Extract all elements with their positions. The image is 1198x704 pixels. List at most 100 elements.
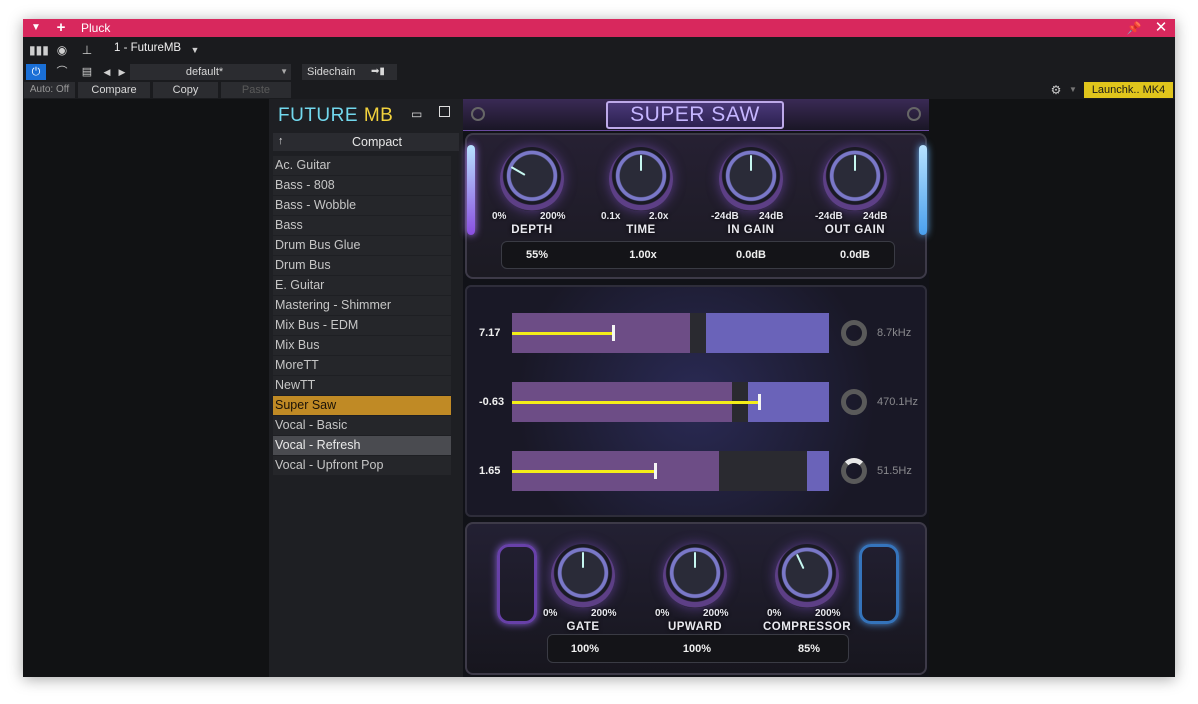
browser-header[interactable]: ↑ Compact [273,133,459,151]
knob-max-label: 200% [591,608,617,619]
preset-item[interactable]: Super Saw [273,396,451,415]
knob-out-gain[interactable] [823,147,887,211]
knob-gate[interactable] [551,544,615,608]
knob-max-label: 200% [815,608,841,619]
knob-pointer [510,166,526,176]
knob-upward[interactable] [663,544,727,608]
band-value: 7.17 [479,327,501,339]
knob-min-label: 0.1x [601,211,621,222]
knob-name: DEPTH [511,224,553,236]
tree-icon[interactable]: ⊥ [79,42,95,58]
top-knob-section: 0% 200% DEPTH 0.1x 2.0x TIME -24dB 24dB IN GAIN -… [465,133,927,279]
knob-max-label: 200% [703,608,729,619]
knob-value[interactable]: 100% [657,643,737,655]
knob-pointer [694,552,696,568]
compare-button[interactable]: Compare [78,82,150,98]
knob-min-label: 0% [492,211,507,222]
frequency-knob[interactable] [841,458,867,484]
band-section: 7.17 8.7kHz -0.63 470.1Hz 1.65 51.5Hz [465,285,927,517]
gear-icon[interactable]: ⚙ [1049,82,1063,98]
knob-min-label: 0% [655,608,670,619]
plus-icon[interactable]: + [54,19,68,37]
knob-value[interactable]: 1.00x [603,249,683,261]
preset-item[interactable]: Mastering - Shimmer [273,296,451,315]
band-level-handle[interactable] [612,325,615,341]
knob-in-gain[interactable] [719,147,783,211]
browser-mode: Compact [351,135,403,149]
close-icon[interactable]: ✕ [1153,19,1169,37]
knob-min-label: -24dB [815,211,843,222]
preset-item[interactable]: MoreTT [273,356,451,375]
pin-icon[interactable]: 📌 [1126,19,1142,37]
knob-min-label: 0% [543,608,558,619]
knob-compressor[interactable] [775,544,839,608]
up-arrow-icon[interactable]: ↑ [278,135,284,147]
power-icon[interactable]: ⏻ [26,64,46,80]
neon-tube [467,145,475,235]
host-toolbar-compare: Auto: Off Compare Copy Paste ⚙ ▼ Launchk… [23,81,1175,99]
preset-item[interactable]: NewTT [273,376,451,395]
knob-pointer [582,552,584,568]
chevron-down-icon[interactable]: ▼ [1067,82,1079,98]
chevron-down-icon[interactable]: ▼ [189,42,201,58]
knob-time[interactable] [609,147,673,211]
preset-item[interactable]: E. Guitar [273,276,451,295]
bars-icon[interactable]: ▮▮▮ [29,42,49,58]
preset-selector[interactable]: default* ▼ [130,64,291,80]
preset-item[interactable]: Mix Bus [273,336,451,355]
band-level-line [512,470,655,473]
frequency-knob[interactable] [841,389,867,415]
paste-button[interactable]: Paste [221,82,291,98]
device-button[interactable]: Launchk.. MK4 [1084,82,1173,98]
window-title: Pluck [81,21,111,35]
header-plate: SUPER SAW [463,99,929,131]
preset-item[interactable]: Bass [273,216,451,235]
band-gap [690,313,706,353]
preset-item[interactable]: Bass - 808 [273,176,451,195]
brand-mb: MB [363,105,394,126]
next-preset-icon[interactable]: ▶ [117,64,127,80]
preset-item[interactable]: Mix Bus - EDM [273,316,451,335]
prev-preset-icon[interactable]: ◀ [102,64,112,80]
folder-icon[interactable]: ▭ [411,107,422,121]
knob-depth[interactable] [500,147,564,211]
auto-off-button[interactable]: Auto: Off [24,82,75,98]
frequency-knob[interactable] [841,320,867,346]
knob-value[interactable]: 100% [545,643,625,655]
preset-item[interactable]: Drum Bus Glue [273,236,451,255]
knob-min-label: -24dB [711,211,739,222]
knob-pointer [795,553,805,570]
knob-name: TIME [626,224,656,236]
band-level-handle[interactable] [654,463,657,479]
preset-item[interactable]: Drum Bus [273,256,451,275]
window-icon[interactable] [439,106,450,117]
copy-button[interactable]: Copy [153,82,218,98]
neon-pipe [859,544,899,624]
knob-value[interactable]: 0.0dB [711,249,791,261]
band-frequency: 51.5Hz [877,465,912,477]
effect-panel: SUPER SAW 0% 200% DEPTH 0.1x 2.0x TIME -24dB 24… [463,99,929,677]
preset-item[interactable]: Vocal - Basic [273,416,451,435]
preset-item[interactable]: Ac. Guitar [273,156,451,175]
routing-icon[interactable]: ◉ [55,42,69,58]
knob-name: COMPRESSOR [762,621,852,633]
document-icon[interactable]: ▤ [81,64,93,80]
preset-item[interactable]: Bass - Wobble [273,196,451,215]
sidechain-icon: ➡▮ [371,66,385,77]
band-level-handle[interactable] [758,394,761,410]
knob-value[interactable]: 0.0dB [815,249,895,261]
triangle-down-icon[interactable]: ▼ [29,19,43,37]
band-value: -0.63 [479,396,505,408]
band-level-line [512,401,759,404]
band-level-line [512,332,613,335]
preset-browser: FUTURE MB ▭ ↑ Compact Ac. Guitar Bass - 8… [269,99,463,677]
preset-item[interactable]: Vocal - Upfront Pop [273,456,451,475]
preset-list: Ac. Guitar Bass - 808 Bass - Wobble Bass Dru… [273,156,451,476]
headphones-icon[interactable]: ⌒ [53,64,71,80]
instance-selector[interactable]: 1 - FutureMB [114,42,181,54]
plugin-ui: FUTURE MB ▭ ↑ Compact Ac. Guitar Bass - 8… [269,99,929,677]
knob-value[interactable]: 85% [769,643,849,655]
preset-item[interactable]: Vocal - Refresh [273,436,451,455]
sidechain-button[interactable]: Sidechain ➡▮ [302,64,397,80]
knob-value[interactable]: 55% [497,249,577,261]
